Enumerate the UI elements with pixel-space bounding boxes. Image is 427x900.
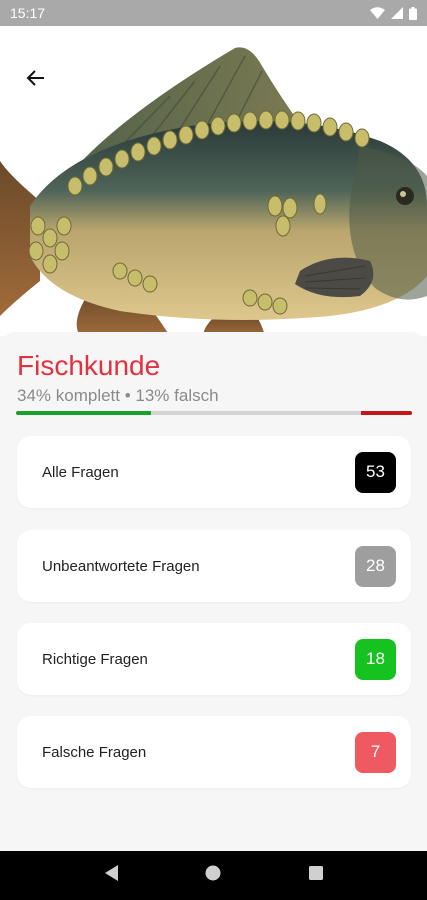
- hero-image: [0, 26, 427, 336]
- nav-recents-icon: [308, 865, 324, 886]
- nav-recents-button[interactable]: [296, 856, 336, 896]
- topic-summary: 34% komplett • 13% falsch: [17, 386, 219, 405]
- back-button[interactable]: [18, 62, 54, 98]
- topic-panel: Fischkunde 34% komplett • 13% falsch All…: [0, 332, 427, 851]
- category-label: Unbeantwortete Fragen: [42, 557, 200, 575]
- status-bar: 15:17: [0, 0, 427, 26]
- category-correct[interactable]: Richtige Fragen 18: [17, 623, 411, 695]
- progress-complete: [16, 411, 151, 415]
- category-wrong[interactable]: Falsche Fragen 7: [17, 716, 411, 788]
- nav-home-icon: [205, 865, 221, 886]
- category-all[interactable]: Alle Fragen 53: [17, 436, 411, 508]
- carp-illustration: [0, 47, 427, 336]
- status-icons: [370, 6, 417, 20]
- count-badge: 18: [355, 638, 396, 680]
- arrow-left-icon: [26, 68, 46, 93]
- status-time: 15:17: [10, 5, 46, 21]
- nav-back-button[interactable]: [91, 856, 131, 896]
- count-badge: 7: [355, 731, 396, 773]
- nav-home-button[interactable]: [193, 856, 233, 896]
- category-label: Richtige Fragen: [42, 650, 148, 668]
- signal-icon: [391, 7, 403, 19]
- battery-icon: [409, 6, 417, 20]
- topic-title: Fischkunde: [17, 350, 161, 381]
- progress-bar: [16, 411, 412, 415]
- nav-back-icon: [103, 864, 119, 887]
- progress-wrong: [360, 411, 412, 415]
- count-badge: 28: [355, 545, 396, 587]
- category-unanswered[interactable]: Unbeantwortete Fragen 28: [17, 530, 411, 602]
- count-badge: 53: [355, 451, 396, 493]
- system-nav-bar: [0, 851, 427, 900]
- category-label: Falsche Fragen: [42, 743, 147, 761]
- category-label: Alle Fragen: [42, 463, 119, 481]
- wifi-icon: [370, 7, 385, 19]
